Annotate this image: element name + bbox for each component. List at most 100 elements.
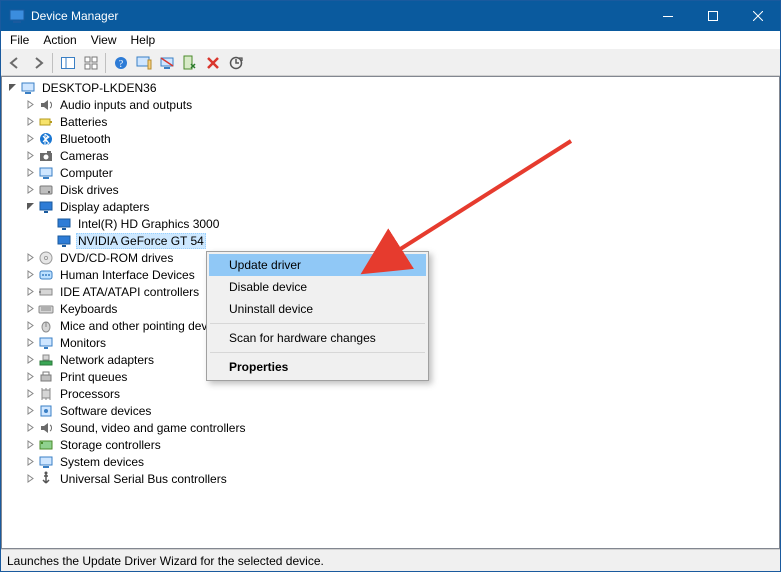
- tree-expander-icon[interactable]: [22, 454, 38, 470]
- tree-expander-icon[interactable]: [22, 386, 38, 402]
- menubar: File Action View Help: [1, 31, 780, 50]
- hid-icon: [38, 267, 54, 283]
- tree-expander-icon[interactable]: [22, 471, 38, 487]
- disable-device-button[interactable]: [155, 52, 178, 74]
- statusbar-text: Launches the Update Driver Wizard for th…: [7, 554, 324, 568]
- tree-expander-icon[interactable]: [22, 318, 38, 334]
- tree-category-sysdev[interactable]: System devices: [2, 453, 779, 470]
- tree-expander-icon[interactable]: [22, 369, 38, 385]
- tree-expander-icon[interactable]: [22, 403, 38, 419]
- minimize-button[interactable]: [645, 1, 690, 31]
- tree-expander-icon[interactable]: [22, 301, 38, 317]
- tree-category-batteries[interactable]: Batteries: [2, 113, 779, 130]
- tree-category-label: Cameras: [58, 149, 111, 163]
- display-adapter-icon: [56, 233, 72, 249]
- tree-expander-icon[interactable]: [22, 165, 38, 181]
- tree-category-label: Display adapters: [58, 200, 151, 214]
- softdev-icon: [38, 403, 54, 419]
- tree-expander-icon[interactable]: [22, 420, 38, 436]
- context-menu-separator: [210, 352, 425, 353]
- maximize-button[interactable]: [690, 1, 735, 31]
- tree-expander-icon[interactable]: [22, 250, 38, 266]
- tree-device-label: NVIDIA GeForce GT 54: [76, 233, 206, 249]
- tree-category-label: Monitors: [58, 336, 108, 350]
- tree-category-storage[interactable]: Storage controllers: [2, 436, 779, 453]
- help-button[interactable]: ?: [109, 52, 132, 74]
- tree-category-label: Universal Serial Bus controllers: [58, 472, 229, 486]
- ide-icon: [38, 284, 54, 300]
- back-button[interactable]: [3, 52, 26, 74]
- usb-icon: [38, 471, 54, 487]
- tree-expander-icon[interactable]: [22, 352, 38, 368]
- tree-device-intel-hd-3000[interactable]: Intel(R) HD Graphics 3000: [2, 215, 779, 232]
- toolbar-separator: [52, 53, 53, 73]
- tree-expander-blank: [40, 233, 56, 249]
- tree-expander-icon[interactable]: [22, 114, 38, 130]
- batteries-icon: [38, 114, 54, 130]
- storage-icon: [38, 437, 54, 453]
- menu-action[interactable]: Action: [36, 32, 83, 48]
- context-menu-disable-device[interactable]: Disable device: [209, 276, 426, 298]
- tree-device-nvidia-gt-54[interactable]: NVIDIA GeForce GT 54: [2, 232, 779, 249]
- tree-expander-icon[interactable]: [22, 97, 38, 113]
- context-menu-scan-for-hardware-changes[interactable]: Scan for hardware changes: [209, 327, 426, 349]
- computer-icon: [20, 80, 36, 96]
- printq-icon: [38, 369, 54, 385]
- toolbar: ?: [1, 50, 780, 76]
- tree-category-label: Sound, video and game controllers: [58, 421, 247, 435]
- scan-hardware-button[interactable]: [224, 52, 247, 74]
- tree-category-cpu[interactable]: Processors: [2, 385, 779, 402]
- tree-root[interactable]: DESKTOP-LKDEN36: [2, 79, 779, 96]
- window-title: Device Manager: [31, 9, 645, 23]
- tree-category-label: Print queues: [58, 370, 129, 384]
- tree-expander-icon[interactable]: [22, 284, 38, 300]
- properties-button[interactable]: [79, 52, 102, 74]
- tree-category-sound[interactable]: Sound, video and game controllers: [2, 419, 779, 436]
- tree-category-audio[interactable]: Audio inputs and outputs: [2, 96, 779, 113]
- tree-category-disk[interactable]: Disk drives: [2, 181, 779, 198]
- tree-category-bluetooth[interactable]: Bluetooth: [2, 130, 779, 147]
- tree-category-label: Storage controllers: [58, 438, 163, 452]
- tree-category-computer[interactable]: Computer: [2, 164, 779, 181]
- enable-device-button[interactable]: [178, 52, 201, 74]
- tree-expander-icon[interactable]: [22, 199, 38, 215]
- tree-expander-blank: [40, 216, 56, 232]
- tree-category-softdev[interactable]: Software devices: [2, 402, 779, 419]
- show-hide-console-tree-button[interactable]: [56, 52, 79, 74]
- menu-help[interactable]: Help: [124, 32, 163, 48]
- update-driver-button[interactable]: [132, 52, 155, 74]
- close-button[interactable]: [735, 1, 780, 31]
- context-menu: Update driverDisable deviceUninstall dev…: [206, 251, 429, 381]
- context-menu-update-driver[interactable]: Update driver: [209, 254, 426, 276]
- tree-expander-icon[interactable]: [22, 131, 38, 147]
- tree-category-label: IDE ATA/ATAPI controllers: [58, 285, 201, 299]
- context-menu-separator: [210, 323, 425, 324]
- tree-expander-icon[interactable]: [22, 437, 38, 453]
- tree-category-usb[interactable]: Universal Serial Bus controllers: [2, 470, 779, 487]
- context-menu-properties[interactable]: Properties: [209, 356, 426, 378]
- menu-file[interactable]: File: [3, 32, 36, 48]
- network-icon: [38, 352, 54, 368]
- context-menu-uninstall-device[interactable]: Uninstall device: [209, 298, 426, 320]
- forward-button[interactable]: [26, 52, 49, 74]
- tree-expander-icon[interactable]: [22, 182, 38, 198]
- keyboards-icon: [38, 301, 54, 317]
- cpu-icon: [38, 386, 54, 402]
- app-icon: [9, 8, 25, 24]
- bluetooth-icon: [38, 131, 54, 147]
- tree-category-cameras[interactable]: Cameras: [2, 147, 779, 164]
- tree-category-label: Computer: [58, 166, 115, 180]
- tree-expander-icon[interactable]: [22, 148, 38, 164]
- titlebar: Device Manager: [1, 1, 780, 31]
- tree-expander-icon[interactable]: [4, 80, 20, 96]
- uninstall-device-button[interactable]: [201, 52, 224, 74]
- svg-text:?: ?: [118, 59, 123, 70]
- menu-view[interactable]: View: [84, 32, 124, 48]
- tree-expander-icon[interactable]: [22, 335, 38, 351]
- sound-icon: [38, 420, 54, 436]
- tree-category-display[interactable]: Display adapters: [2, 198, 779, 215]
- display-icon: [38, 199, 54, 215]
- monitors-icon: [38, 335, 54, 351]
- tree-category-label: Batteries: [58, 115, 109, 129]
- tree-expander-icon[interactable]: [22, 267, 38, 283]
